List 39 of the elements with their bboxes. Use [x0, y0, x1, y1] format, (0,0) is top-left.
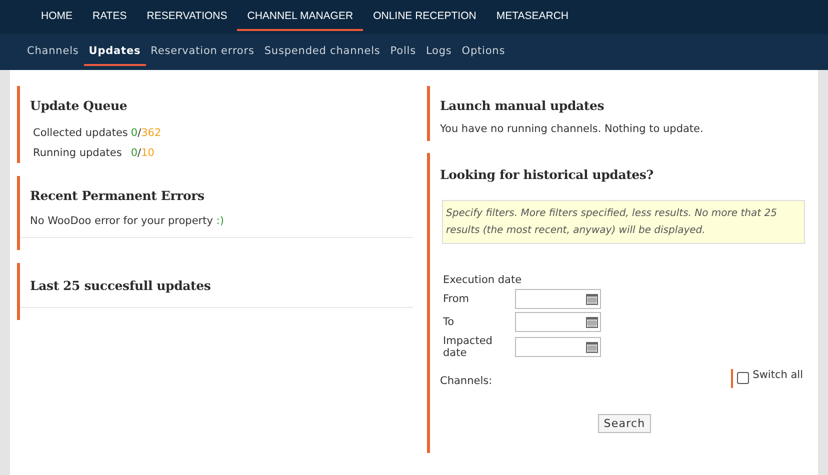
date-field[interactable]	[515, 337, 601, 357]
subnav-tab[interactable]: Polls	[385, 34, 421, 66]
date-field[interactable]	[515, 289, 601, 309]
subnav-tab[interactable]: Logs	[420, 34, 457, 66]
channels-label: Channels:	[440, 375, 492, 388]
nav-tab[interactable]: CHANNEL MANAGER	[237, 0, 364, 31]
calendar-icon[interactable]	[586, 341, 598, 353]
field-label: Impacted date	[443, 335, 494, 359]
stat-label: Running updates	[33, 146, 122, 161]
nav-tab[interactable]: RATES	[82, 0, 137, 31]
subnav-tab[interactable]: Reservation errors	[146, 34, 260, 66]
checkbox[interactable]	[736, 372, 749, 384]
subnav-tab[interactable]: Suspended channels	[259, 34, 386, 66]
field-label: To	[443, 316, 456, 328]
stat-label: Collected updates	[33, 126, 128, 141]
checkbox-label: Switch all	[752, 369, 803, 381]
subnav-tab[interactable]: Updates	[84, 34, 146, 66]
nav-tab[interactable]: HOME	[31, 0, 82, 31]
section-title: Launch manual updates	[440, 97, 606, 115]
section-title: Last 25 succesfull updates	[30, 277, 212, 295]
stat-value: 0/362	[130, 126, 162, 141]
group-label: Execution date	[443, 274, 523, 286]
info-notice: Specify filters. More filters specified, less results. No more that 25 results (the most recent, anyway) will be displayed.	[442, 200, 805, 244]
nav-tab[interactable]: RESERVATIONS	[136, 0, 238, 31]
section-title: Update Queue	[30, 97, 128, 115]
section-title: Looking for historical updates?	[440, 166, 654, 184]
status-message: No WooDoo error for your property :)	[30, 215, 225, 227]
status-message: You have no running channels. Nothing to update.	[440, 123, 704, 135]
calendar-icon[interactable]	[586, 293, 598, 305]
calendar-icon[interactable]	[586, 316, 598, 328]
nav-tab[interactable]: METASEARCH	[486, 0, 578, 31]
field-label: From	[443, 293, 470, 305]
nav-tab[interactable]: ONLINE RECEPTION	[363, 0, 486, 31]
stat-value: 0/10	[130, 146, 154, 161]
search-button[interactable]: Search	[598, 414, 652, 433]
subnav-tab[interactable]: Options	[456, 34, 510, 66]
date-field[interactable]	[515, 312, 601, 332]
section-title: Recent Permanent Errors	[30, 187, 206, 205]
subnav-tab[interactable]: Channels	[22, 34, 84, 66]
